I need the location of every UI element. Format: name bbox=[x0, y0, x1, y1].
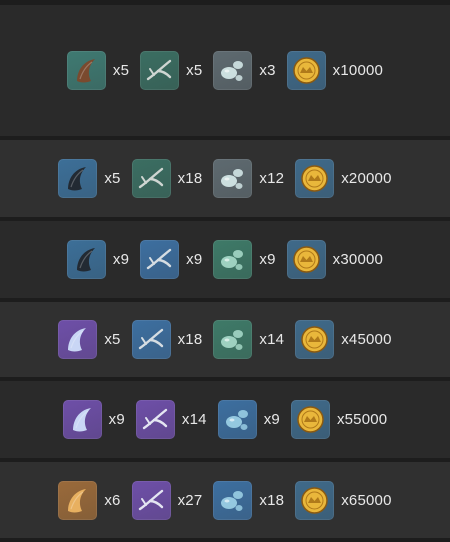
material-quantity: x18 bbox=[177, 170, 203, 187]
material-cost: x9 bbox=[217, 400, 280, 439]
material-cost: x5 bbox=[140, 51, 202, 90]
material-quantity: x20000 bbox=[341, 170, 392, 187]
ascension-row: x9 x9 x9 x30000 bbox=[0, 221, 450, 298]
material-quantity: x9 bbox=[259, 251, 276, 268]
mora-coin-icon bbox=[286, 51, 326, 90]
claw-icon bbox=[140, 51, 180, 90]
material-cost: x18 bbox=[131, 320, 203, 359]
material-quantity: x14 bbox=[259, 331, 285, 348]
material-cost: x45000 bbox=[295, 320, 391, 359]
ascension-materials-table: x5 x5 x3 x10000 x5 x18 x12 x20000 x9 x9 x9 x30000… bbox=[0, 0, 450, 542]
claw-icon bbox=[131, 159, 171, 198]
material-quantity: x3 bbox=[259, 62, 276, 79]
droplet-icon bbox=[213, 320, 253, 359]
material-quantity: x18 bbox=[259, 491, 285, 509]
material-quantity: x5 bbox=[104, 170, 121, 187]
material-quantity: x14 bbox=[181, 411, 207, 428]
droplet-icon bbox=[213, 240, 253, 279]
material-quantity: x5 bbox=[186, 62, 203, 79]
horn-icon bbox=[58, 159, 98, 198]
ascension-row: x5 x5 x3 x10000 bbox=[0, 5, 450, 136]
material-cost: x10000 bbox=[286, 51, 384, 90]
mora-coin-icon bbox=[295, 320, 335, 359]
material-quantity: x9 bbox=[108, 411, 125, 428]
claw-icon bbox=[131, 320, 171, 359]
material-cost: x9 bbox=[140, 240, 202, 279]
material-cost: x14 bbox=[213, 320, 284, 359]
horn-icon bbox=[66, 51, 106, 90]
material-cost: x5 bbox=[66, 51, 130, 90]
material-quantity: x65000 bbox=[341, 491, 392, 509]
material-quantity: x18 bbox=[177, 331, 203, 348]
claw-icon bbox=[131, 480, 171, 520]
mora-coin-icon bbox=[286, 240, 326, 279]
droplet-icon bbox=[213, 51, 253, 90]
material-cost: x20000 bbox=[295, 159, 391, 198]
material-cost: x6 bbox=[58, 480, 121, 520]
ascension-row: x5 x18 x14 x45000 bbox=[0, 302, 450, 377]
material-quantity: x9 bbox=[263, 411, 280, 428]
material-cost: x5 bbox=[58, 320, 120, 359]
material-cost: x55000 bbox=[290, 400, 388, 439]
droplet-icon bbox=[217, 400, 257, 439]
material-cost: x9 bbox=[213, 240, 275, 279]
material-cost: x18 bbox=[213, 480, 285, 520]
material-quantity: x45000 bbox=[341, 331, 392, 348]
material-cost: x9 bbox=[66, 240, 130, 279]
mora-coin-icon bbox=[295, 159, 335, 198]
material-quantity: x10000 bbox=[332, 62, 384, 79]
material-cost: x18 bbox=[131, 159, 203, 198]
material-cost: x12 bbox=[213, 159, 284, 198]
claw-icon bbox=[140, 240, 180, 279]
material-cost: x9 bbox=[62, 400, 125, 439]
claw-icon bbox=[135, 400, 175, 439]
material-quantity: x55000 bbox=[336, 411, 388, 428]
ascension-row: x6 x27 x18 x65000 bbox=[0, 462, 450, 538]
droplet-icon bbox=[213, 159, 253, 198]
mora-coin-icon bbox=[295, 480, 335, 520]
horn-icon bbox=[58, 320, 98, 359]
material-cost: x27 bbox=[131, 480, 203, 520]
material-cost: x3 bbox=[213, 51, 275, 90]
material-quantity: x5 bbox=[112, 62, 130, 79]
material-cost: x5 bbox=[58, 159, 120, 198]
material-quantity: x30000 bbox=[332, 251, 384, 268]
horn-icon bbox=[62, 400, 102, 439]
material-cost: x30000 bbox=[286, 240, 384, 279]
material-quantity: x5 bbox=[104, 331, 121, 348]
horn-icon bbox=[58, 480, 98, 520]
ascension-row: x5 x18 x12 x20000 bbox=[0, 140, 450, 217]
material-cost: x14 bbox=[135, 400, 207, 439]
material-quantity: x9 bbox=[186, 251, 203, 268]
droplet-icon bbox=[213, 480, 253, 520]
material-quantity: x9 bbox=[112, 251, 130, 268]
mora-coin-icon bbox=[290, 400, 330, 439]
material-quantity: x27 bbox=[177, 491, 203, 509]
ascension-row: x9 x14 x9 x55000 bbox=[0, 381, 450, 458]
material-cost: x65000 bbox=[295, 480, 392, 520]
horn-icon bbox=[66, 240, 106, 279]
material-quantity: x6 bbox=[104, 491, 121, 509]
material-quantity: x12 bbox=[259, 170, 285, 187]
